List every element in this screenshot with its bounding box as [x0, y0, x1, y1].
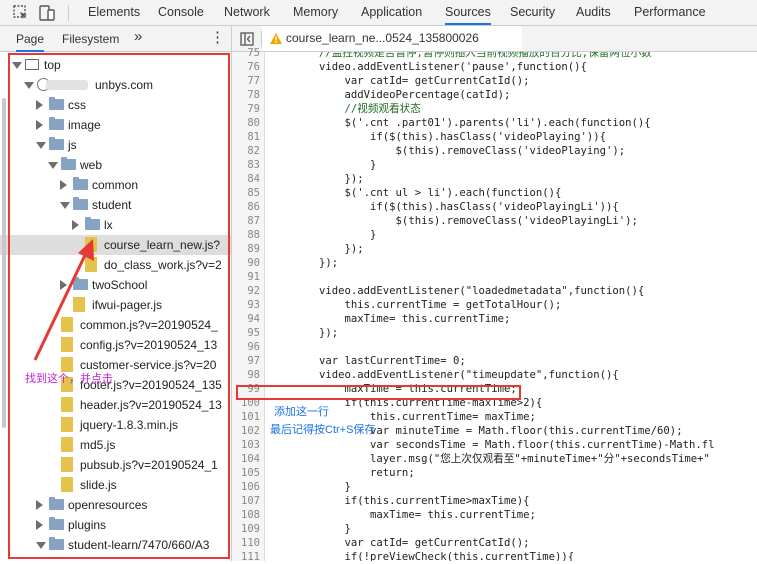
code-line[interactable]: maxTime= this.currentTime; [268, 508, 536, 522]
line-number[interactable]: 97 [232, 354, 260, 368]
line-number[interactable]: 90 [232, 256, 260, 270]
line-number[interactable]: 109 [232, 522, 260, 536]
code-line[interactable]: $(this).removeClass('videoPlayingLi'); [268, 214, 638, 228]
line-number[interactable]: 78 [232, 88, 260, 102]
inspect-element-icon[interactable] [12, 4, 30, 22]
code-line[interactable]: //监控视频是否暂停,暂停则插入当前视频播放的百分比,保留两位小数 [268, 52, 652, 60]
tab-elements[interactable]: Elements [88, 0, 140, 25]
code-line[interactable]: var secondsTime = Math.floor(this.curren… [268, 438, 714, 452]
line-number[interactable]: 79 [232, 102, 260, 116]
code-line[interactable]: }); [268, 326, 338, 340]
warning-icon [270, 33, 282, 44]
line-number[interactable]: 83 [232, 158, 260, 172]
line-number[interactable]: 104 [232, 452, 260, 466]
click-hint-text: 找到这个，并点击 [25, 373, 113, 385]
line-number[interactable]: 82 [232, 144, 260, 158]
code-line[interactable]: } [268, 480, 351, 494]
editor-tab-bar: course_learn_ne...0524_135800026 [232, 26, 757, 52]
toggle-navigator-icon[interactable] [240, 32, 254, 46]
tab-audits[interactable]: Audits [576, 0, 611, 25]
line-number[interactable]: 80 [232, 116, 260, 130]
more-tabs-icon[interactable]: » [134, 26, 142, 50]
kebab-menu-icon[interactable]: ⋮ [210, 26, 225, 50]
tab-application[interactable]: Application [361, 0, 422, 25]
code-line[interactable]: if($(this).hasClass('videoPlayingLi')){ [268, 200, 619, 214]
line-number[interactable]: 77 [232, 74, 260, 88]
code-line[interactable]: return; [268, 466, 415, 480]
device-toolbar-icon[interactable] [38, 4, 56, 22]
line-number[interactable]: 93 [232, 298, 260, 312]
devtools-toolbar: Elements Console Network Memory Application S… [0, 0, 757, 26]
code-line[interactable]: maxTime= this.currentTime; [268, 312, 511, 326]
code-line[interactable]: addVideoPercentage(catId); [268, 88, 511, 102]
code-line[interactable]: video.addEventListener("timeupdate",func… [268, 368, 619, 382]
code-line[interactable]: }); [268, 242, 364, 256]
line-number[interactable]: 84 [232, 172, 260, 186]
tab-filesystem[interactable]: Filesystem [62, 26, 119, 50]
line-number[interactable]: 76 [232, 60, 260, 74]
code-line[interactable]: //视频观看状态 [268, 102, 421, 116]
code-line[interactable]: if(this.currentTime>maxTime){ [268, 494, 530, 508]
navigator-scrollbar[interactable] [2, 98, 6, 428]
line-number[interactable]: 75 [232, 46, 260, 60]
line-number[interactable]: 95 [232, 326, 260, 340]
code-line[interactable]: $('.cnt ul > li').each(function(){ [268, 186, 562, 200]
line-number[interactable]: 101 [232, 410, 260, 424]
line-number[interactable]: 88 [232, 228, 260, 242]
tab-network[interactable]: Network [224, 0, 270, 25]
line-number[interactable]: 106 [232, 480, 260, 494]
line-number[interactable]: 108 [232, 508, 260, 522]
code-line[interactable]: }); [268, 172, 364, 186]
line-gutter: 75 76 77 78 79 80 81 82 83 84 85 86 87 88 89 90 91 92 93 94… [232, 47, 265, 564]
open-file-name: course_learn_ne...0524_135800026 [286, 31, 479, 45]
code-line[interactable]: var catId= getCurrentCatId(); [268, 74, 530, 88]
code-line[interactable]: video.addEventListener('pause',function(… [268, 60, 587, 74]
line-number[interactable]: 94 [232, 312, 260, 326]
line-number[interactable]: 92 [232, 284, 260, 298]
tab-memory[interactable]: Memory [293, 0, 338, 25]
line-number[interactable]: 102 [232, 424, 260, 438]
code-line[interactable]: }); [268, 256, 338, 270]
line-number[interactable]: 103 [232, 438, 260, 452]
code-line[interactable]: } [268, 522, 351, 536]
open-file-tab[interactable]: course_learn_ne...0524_135800026 [262, 26, 522, 51]
tab-performance[interactable]: Performance [634, 0, 706, 25]
line-number[interactable]: 96 [232, 340, 260, 354]
code-line[interactable]: this.currentTime = getTotalHour(); [268, 298, 562, 312]
code-editor: course_learn_ne...0524_135800026 75 76 77 7… [232, 26, 757, 564]
tab-console[interactable]: Console [158, 0, 204, 25]
line-number[interactable]: 98 [232, 368, 260, 382]
line-number[interactable]: 111 [232, 550, 260, 564]
tab-security[interactable]: Security [510, 0, 555, 25]
navigator-tabs: Page Filesystem » ⋮ [0, 26, 231, 52]
code-line[interactable]: var lastCurrentTime= 0; [268, 354, 466, 368]
arrow-annotation [33, 239, 94, 361]
line-number[interactable]: 87 [232, 214, 260, 228]
line-number[interactable]: 105 [232, 466, 260, 480]
code-line[interactable]: if(!preViewCheck(this.currentTime)){ [268, 550, 575, 561]
code-highlight-box [236, 385, 521, 400]
add-line-text: 添加这一行 [274, 406, 329, 418]
tab-page[interactable]: Page [16, 26, 45, 52]
line-number[interactable]: 107 [232, 494, 260, 508]
code-line[interactable]: if($(this).hasClass('videoPlaying')){ [268, 130, 606, 144]
code-line[interactable]: video.addEventListener("loadedmetadata",… [268, 284, 644, 298]
line-number[interactable]: 89 [232, 242, 260, 256]
code-line[interactable]: layer.msg("您上次仅观看至"+minuteTime+"分"+secon… [268, 452, 710, 466]
line-number[interactable]: 110 [232, 536, 260, 550]
line-number[interactable]: 86 [232, 200, 260, 214]
code-line[interactable]: } [268, 228, 376, 242]
save-hint-text: 最后记得按Ctr+S保存 [270, 424, 376, 436]
tab-sources[interactable]: Sources [445, 0, 491, 25]
code-content[interactable]: //监控视频是否暂停,暂停则插入当前视频播放的百分比,保留两位小数 video.… [268, 52, 757, 561]
line-number[interactable]: 81 [232, 130, 260, 144]
code-line[interactable]: $(this).removeClass('videoPlaying'); [268, 144, 626, 158]
code-line[interactable]: } [268, 158, 376, 172]
code-line[interactable]: $('.cnt .part01').parents('li').each(fun… [268, 116, 651, 130]
line-number[interactable]: 91 [232, 270, 260, 284]
code-line[interactable]: var catId= getCurrentCatId(); [268, 536, 530, 550]
line-number[interactable]: 85 [232, 186, 260, 200]
